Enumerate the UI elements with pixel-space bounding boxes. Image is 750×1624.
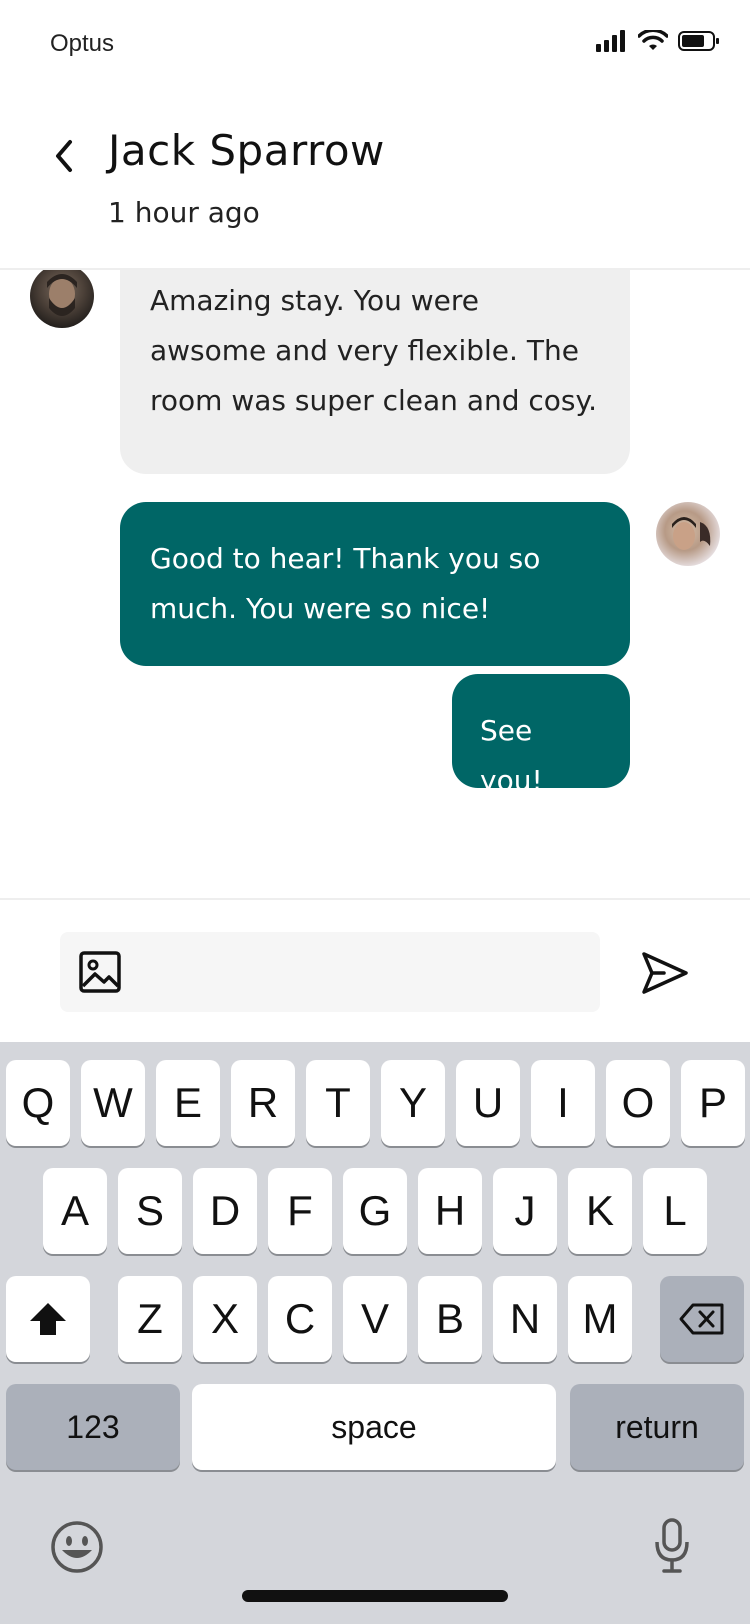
key-h[interactable]: H bbox=[418, 1168, 482, 1254]
key-n[interactable]: N bbox=[493, 1276, 557, 1362]
key-x[interactable]: X bbox=[193, 1276, 257, 1362]
key-u[interactable]: U bbox=[456, 1060, 520, 1146]
backspace-icon bbox=[679, 1303, 724, 1335]
message-input-container[interactable] bbox=[60, 932, 600, 1012]
key-c[interactable]: C bbox=[268, 1276, 332, 1362]
key-k[interactable]: K bbox=[568, 1168, 632, 1254]
status-bar: Optus bbox=[0, 0, 750, 90]
key-a[interactable]: A bbox=[43, 1168, 107, 1254]
chevron-left-icon bbox=[56, 140, 72, 172]
key-o[interactable]: O bbox=[606, 1060, 670, 1146]
microphone-icon[interactable] bbox=[654, 1518, 690, 1574]
home-indicator bbox=[242, 1590, 508, 1602]
space-key[interactable]: space bbox=[192, 1384, 556, 1470]
emoji-icon[interactable] bbox=[50, 1520, 104, 1574]
key-t[interactable]: T bbox=[306, 1060, 370, 1146]
numbers-key[interactable]: 123 bbox=[6, 1384, 180, 1470]
key-l[interactable]: L bbox=[643, 1168, 707, 1254]
key-r[interactable]: R bbox=[231, 1060, 295, 1146]
wifi-icon bbox=[638, 30, 668, 50]
message-composer bbox=[0, 898, 750, 1042]
shift-icon bbox=[30, 1303, 66, 1335]
carrier-name: Optus bbox=[50, 30, 115, 57]
key-d[interactable]: D bbox=[193, 1168, 257, 1254]
user-avatar[interactable] bbox=[656, 502, 720, 566]
sent-message-bubble: Good to hear! Thank you so much. You wer… bbox=[120, 502, 630, 666]
return-key[interactable]: return bbox=[570, 1384, 744, 1470]
chat-header: Jack Sparrow 1 hour ago bbox=[0, 90, 750, 270]
key-z[interactable]: Z bbox=[118, 1276, 182, 1362]
key-e[interactable]: E bbox=[156, 1060, 220, 1146]
key-p[interactable]: P bbox=[681, 1060, 745, 1146]
message-list: Amazing stay. You were awsome and very f… bbox=[0, 270, 750, 900]
key-g[interactable]: G bbox=[343, 1168, 407, 1254]
back-button[interactable] bbox=[48, 130, 80, 182]
send-icon[interactable] bbox=[640, 948, 690, 998]
message-input[interactable] bbox=[138, 942, 578, 1002]
sent-message-bubble: See you! bbox=[452, 674, 630, 797]
key-f[interactable]: F bbox=[268, 1168, 332, 1254]
contact-avatar-image bbox=[47, 274, 77, 316]
received-message-bubble: Amazing stay. You were awsome and very f… bbox=[120, 270, 630, 474]
user-avatar-image bbox=[672, 517, 711, 550]
contact-avatar[interactable] bbox=[30, 270, 94, 328]
key-q[interactable]: Q bbox=[6, 1060, 70, 1146]
contact-name: Jack Sparrow bbox=[108, 126, 385, 175]
shift-key[interactable] bbox=[6, 1276, 90, 1362]
signal-icon bbox=[596, 30, 625, 52]
status-icons bbox=[596, 30, 720, 52]
key-s[interactable]: S bbox=[118, 1168, 182, 1254]
battery-icon bbox=[678, 31, 719, 51]
delete-key[interactable] bbox=[660, 1276, 744, 1362]
key-i[interactable]: I bbox=[531, 1060, 595, 1146]
image-attach-icon[interactable] bbox=[78, 950, 122, 994]
keyboard: Q W E R T Y U I O P A S D F G H J K L Z … bbox=[0, 1042, 750, 1624]
key-b[interactable]: B bbox=[418, 1276, 482, 1362]
key-v[interactable]: V bbox=[343, 1276, 407, 1362]
key-m[interactable]: M bbox=[568, 1276, 632, 1362]
key-j[interactable]: J bbox=[493, 1168, 557, 1254]
key-y[interactable]: Y bbox=[381, 1060, 445, 1146]
key-w[interactable]: W bbox=[81, 1060, 145, 1146]
last-seen-status: 1 hour ago bbox=[108, 196, 260, 229]
